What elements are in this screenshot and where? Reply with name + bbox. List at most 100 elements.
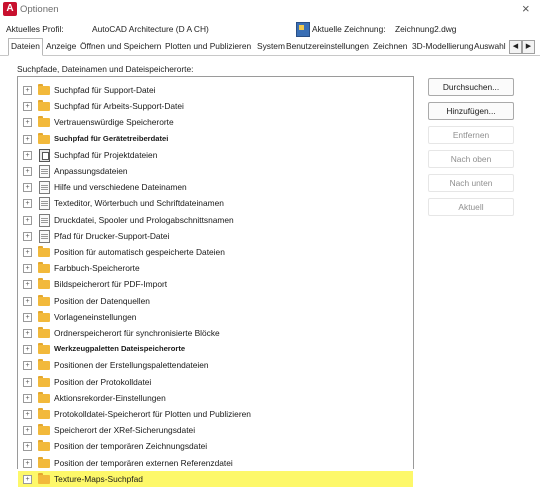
tree-item-label: Hilfe und verschiedene Dateinamen bbox=[54, 182, 187, 193]
tree-item-label: Suchpfad für Projektdateien bbox=[54, 149, 158, 160]
tree-item[interactable]: + Druckdatei, Spooler und Prologabschnitt… bbox=[18, 212, 413, 228]
autocad-app-icon: A bbox=[3, 2, 17, 16]
tree-item[interactable]: + Ordnerspeicherort für synchronisierte B… bbox=[18, 325, 413, 341]
tree-item[interactable]: + Bildspeicherort für PDF-Import bbox=[18, 276, 413, 292]
close-icon[interactable]: × bbox=[522, 1, 530, 17]
tree-item-label: Protokolldatei-Speicherort für Plotten u… bbox=[54, 409, 251, 419]
expand-icon[interactable]: + bbox=[23, 134, 32, 144]
window-title: Optionen bbox=[20, 4, 59, 15]
expand-icon[interactable]: + bbox=[23, 442, 32, 452]
expand-icon[interactable]: + bbox=[23, 199, 32, 209]
expand-icon[interactable]: + bbox=[23, 377, 32, 387]
expand-icon[interactable]: + bbox=[23, 312, 32, 322]
tree-item[interactable]: + Hilfe und verschiedene Dateinamen bbox=[18, 179, 413, 195]
tab-3d-modellierung[interactable]: 3D-Modellierung bbox=[412, 39, 473, 54]
browse-button[interactable]: Durchsuchen... bbox=[428, 78, 514, 96]
folder-icon bbox=[38, 84, 50, 95]
tree-item[interactable]: + Position der Protokolldatei bbox=[18, 374, 413, 390]
tree-item[interactable]: + Vertrauenswürdige Speicherorte bbox=[18, 114, 413, 130]
doc-icon bbox=[37, 164, 50, 178]
expand-icon[interactable]: + bbox=[23, 86, 32, 95]
tree-item[interactable]: + Speicherort der XRef-Sicherungsdatei bbox=[18, 422, 413, 438]
folder-icon bbox=[38, 262, 50, 274]
tree-item[interactable]: + Suchpfad für Gerätetreiberdatei bbox=[18, 131, 413, 147]
tree-item[interactable]: + Pfad für Drucker-Support-Datei bbox=[18, 228, 413, 244]
expand-icon[interactable]: + bbox=[23, 345, 32, 355]
tab-auswahl[interactable]: Auswahl bbox=[474, 39, 506, 54]
folder-icon bbox=[38, 408, 50, 419]
tab-dateien[interactable]: Dateien bbox=[8, 38, 43, 56]
tree-item[interactable]: + Texture-Maps-Suchpfad bbox=[18, 470, 413, 487]
tree-item-label: Bildspeicherort für PDF-Import bbox=[54, 279, 168, 290]
expand-icon[interactable]: + bbox=[23, 102, 32, 112]
tree-item[interactable]: + Position für automatisch gespeicherte D… bbox=[18, 244, 413, 260]
expand-icon[interactable]: + bbox=[23, 329, 32, 338]
tab-anzeige[interactable]: Anzeige bbox=[46, 39, 76, 54]
tab-scroll-left-icon[interactable]: ◀ bbox=[509, 40, 522, 54]
tab-zeichnen[interactable]: Zeichnen bbox=[373, 39, 407, 54]
expand-icon[interactable]: + bbox=[23, 167, 32, 176]
tab-benutzereinstellungen[interactable]: Benutzereinstellungen bbox=[286, 39, 369, 54]
set-current-button[interactable]: Aktuell bbox=[428, 198, 514, 216]
expand-icon[interactable]: + bbox=[23, 118, 32, 128]
expand-icon[interactable]: + bbox=[23, 410, 32, 419]
tree-item-label: Ordnerspeicherort für synchronisierte Bl… bbox=[54, 328, 220, 338]
expand-icon[interactable]: + bbox=[23, 248, 32, 257]
expand-icon[interactable]: + bbox=[23, 361, 32, 371]
tree-item[interactable]: + Suchpfad für Support-Datei bbox=[18, 82, 413, 98]
search-path-tree[interactable]: + Suchpfad für Support-Datei + Suchpfad für… bbox=[17, 76, 414, 487]
current-profile-label: Aktuelles Profil: bbox=[6, 24, 64, 34]
tree-item-label: Farbbuch-Speicherorte bbox=[54, 263, 140, 274]
doc-icon bbox=[37, 228, 50, 243]
expand-icon[interactable]: + bbox=[23, 150, 32, 160]
doc-icon bbox=[37, 212, 50, 227]
doc-icon bbox=[37, 180, 50, 195]
tree-item[interactable]: + Anpassungsdateien bbox=[18, 163, 413, 179]
expand-icon[interactable]: + bbox=[23, 474, 32, 484]
tab-scroll-right-icon[interactable]: ▶ bbox=[522, 40, 535, 54]
expand-icon[interactable]: + bbox=[23, 183, 32, 193]
tree-item[interactable]: + Werkzeugpaletten Dateispeicherorte bbox=[18, 341, 413, 357]
expand-icon[interactable]: + bbox=[23, 280, 32, 290]
tree-item[interactable]: + Protokolldatei-Speicherort für Plotten … bbox=[18, 406, 413, 422]
tree-item-label: Texture-Maps-Suchpfad bbox=[54, 473, 143, 484]
tree-item[interactable]: + Texteditor, Wörterbuch und Schriftdatei… bbox=[18, 195, 413, 211]
folder-icon bbox=[38, 246, 50, 257]
expand-icon[interactable]: + bbox=[23, 231, 32, 241]
tree-item-label: Position der Protokolldatei bbox=[54, 376, 152, 387]
tree-item-label: Werkzeugpaletten Dateispeicherorte bbox=[54, 344, 186, 354]
folder-icon bbox=[38, 424, 50, 436]
add-button[interactable]: Hinzufügen... bbox=[428, 102, 514, 120]
tree-item[interactable]: + Vorlageneinstellungen bbox=[18, 309, 413, 325]
expand-icon[interactable]: + bbox=[23, 458, 32, 468]
tree-item-label: Positionen der Erstellungspalettendateie… bbox=[54, 360, 209, 371]
current-drawing-label: Aktuelle Zeichnung: bbox=[312, 24, 386, 34]
tree-item[interactable]: + Position der temporären Zeichnungsdatei bbox=[18, 438, 413, 454]
tab-plotten-publizieren[interactable]: Plotten und Publizieren bbox=[165, 39, 251, 54]
expand-icon[interactable]: + bbox=[23, 426, 32, 436]
tree-item[interactable]: + Aktionsrekorder-Einstellungen bbox=[18, 390, 413, 406]
folder-icon bbox=[38, 343, 50, 355]
tree-item-label: Position der temporären externen Referen… bbox=[54, 457, 233, 468]
tree-item[interactable]: + Suchpfad für Arbeits-Support-Datei bbox=[18, 98, 413, 114]
tree-item[interactable]: + Positionen der Erstellungspalettendatei… bbox=[18, 357, 413, 373]
tree-item[interactable]: + Position der temporären externen Refere… bbox=[18, 455, 413, 471]
folder-icon bbox=[38, 456, 50, 468]
tree-item[interactable]: + Suchpfad für Projektdateien bbox=[18, 147, 413, 163]
tree-item-label: Aktionsrekorder-Einstellungen bbox=[54, 392, 166, 403]
folder-icon bbox=[38, 375, 50, 387]
tree-item[interactable]: + Position der Datenquellen bbox=[18, 293, 413, 309]
tab-oeffnen-speichern[interactable]: Öffnen und Speichern bbox=[80, 39, 161, 54]
expand-icon[interactable]: + bbox=[23, 393, 32, 403]
expand-icon[interactable]: + bbox=[23, 264, 32, 274]
move-down-button[interactable]: Nach unten bbox=[428, 174, 514, 192]
remove-button[interactable]: Entfernen bbox=[428, 126, 514, 144]
expand-icon[interactable]: + bbox=[23, 296, 32, 306]
options-tab-bar: Dateien Anzeige Öffnen und Speichern Plo… bbox=[0, 38, 540, 56]
tree-item-label: Druckdatei, Spooler und Prologabschnitts… bbox=[54, 214, 234, 225]
folder-icon bbox=[38, 472, 50, 484]
move-up-button[interactable]: Nach oben bbox=[428, 150, 514, 168]
tree-item[interactable]: + Farbbuch-Speicherorte bbox=[18, 260, 413, 276]
expand-icon[interactable]: + bbox=[23, 215, 32, 225]
tab-system[interactable]: System bbox=[257, 39, 285, 54]
